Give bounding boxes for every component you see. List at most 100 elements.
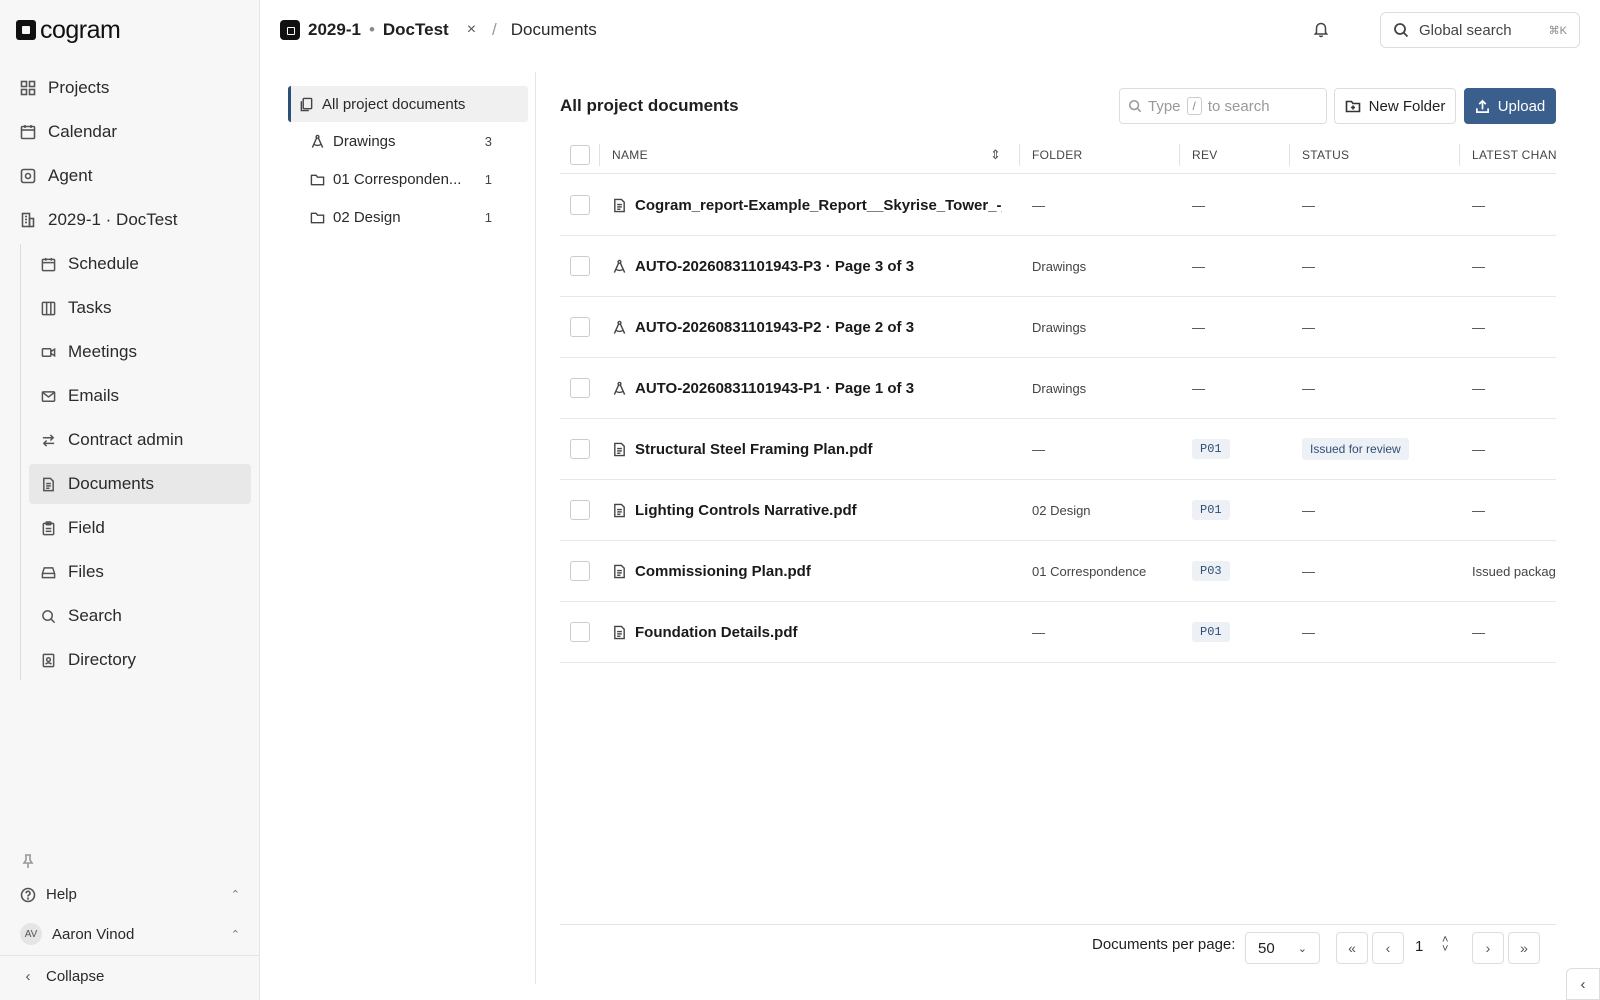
rev-badge: P01 [1192,622,1230,642]
document-name[interactable]: AUTO-20260831101943-P1 · Page 1 of 3 [612,358,1002,418]
document-name[interactable]: Commissioning Plan.pdf [612,541,1002,601]
nav-calendar[interactable]: Calendar [20,120,117,144]
table-header: Name ⇕ Folder Rev Status Latest chan [560,136,1556,174]
tree-item-label: 02 Design [333,208,401,226]
page-number[interactable]: 1 [1415,938,1423,955]
chevron-left-icon: ‹ [1580,975,1586,993]
row-checkbox-cell [570,358,590,418]
table-row[interactable]: Cogram_report-Example_Report__Skyrise_To… [560,175,1556,236]
project-code[interactable]: 2029-1 [308,20,361,40]
project-name[interactable]: DocTest [383,20,449,40]
document-name[interactable]: Lighting Controls Narrative.pdf [612,480,1002,540]
close-icon[interactable]: × [467,21,476,39]
subnav-meetings[interactable]: Meetings [29,332,251,372]
table-row[interactable]: Commissioning Plan.pdf 01 Correspondence P… [560,541,1556,602]
notifications-button[interactable] [1312,20,1332,40]
chevrons-right-icon: » [1520,940,1528,956]
document-name[interactable]: Structural Steel Framing Plan.pdf [612,419,1002,479]
document-name[interactable]: AUTO-20260831101943-P3 · Page 3 of 3 [612,236,1002,296]
document-status: — [1302,297,1457,357]
copy-documents-icon [300,97,313,111]
row-checkbox[interactable] [570,500,590,520]
last-page-button[interactable]: » [1508,932,1540,964]
row-checkbox[interactable] [570,439,590,459]
tree-item-drawings[interactable]: Drawings 3 [288,123,524,159]
rev-badge: P01 [1192,500,1230,520]
tree-item-correspondence[interactable]: 01 Corresponden... 1 [288,161,524,197]
chevron-updown-icon: ⌃ [230,928,240,941]
page-stepper-icon[interactable]: ˄ ˅ [1442,935,1448,955]
document-name[interactable]: Foundation Details.pdf [612,602,1002,662]
tree-item-design[interactable]: 02 Design 1 [288,199,524,235]
table-row[interactable]: Structural Steel Framing Plan.pdf — P01 Iss… [560,419,1556,480]
subnav-documents[interactable]: Documents [29,464,251,504]
row-checkbox[interactable] [570,622,590,642]
subnav-tasks[interactable]: Tasks [29,288,251,328]
help-menu[interactable]: Help ⌃ [20,886,240,903]
select-all-checkbox[interactable] [570,136,590,174]
brand-logo[interactable]: cogram [16,16,121,44]
brand-name: cogram [40,16,121,44]
subnav-emails[interactable]: Emails [29,376,251,416]
column-divider [1289,144,1290,166]
row-checkbox[interactable] [570,378,590,398]
document-name-text: Cogram_report-Example_Report__Skyrise_To… [635,196,1002,214]
next-page-button[interactable]: › [1472,932,1504,964]
new-folder-button[interactable]: New Folder [1334,88,1456,124]
collapse-button[interactable]: ‹ Collapse [20,968,105,985]
global-search[interactable]: Global search ⌘K [1380,12,1580,48]
side-panel-toggle[interactable]: ‹ [1566,968,1600,1000]
row-checkbox[interactable] [570,317,590,337]
table-row[interactable]: Foundation Details.pdf — P01 — — [560,602,1556,663]
column-header-name[interactable]: Name [612,136,648,174]
tree-item-all-documents[interactable]: All project documents [288,86,528,122]
subnav-field[interactable]: Field [29,508,251,548]
document-name[interactable]: Cogram_report-Example_Report__Skyrise_To… [612,175,1002,235]
nav-agent[interactable]: Agent [20,164,92,188]
sort-icon[interactable]: ⇕ [990,136,1001,174]
prev-page-button[interactable]: ‹ [1372,932,1404,964]
per-page-select[interactable]: 50 ⌄ [1245,932,1320,964]
column-header-rev[interactable]: Rev [1192,136,1218,174]
tree-item-count: 1 [484,171,492,187]
row-checkbox[interactable] [570,256,590,276]
column-header-latest-change[interactable]: Latest chan [1472,136,1556,174]
column-divider [1019,144,1020,166]
table-row[interactable]: Lighting Controls Narrative.pdf 02 Design… [560,480,1556,541]
nav-projects[interactable]: Projects [20,76,109,100]
pin-button[interactable] [20,853,36,869]
column-header-status[interactable]: Status [1302,136,1349,174]
row-checkbox-cell [570,297,590,357]
chevron-down-icon: ⌄ [1297,942,1307,955]
table-row[interactable]: AUTO-20260831101943-P2 · Page 2 of 3 Draw… [560,297,1556,358]
documents-search-input[interactable]: Type / to search [1119,88,1327,124]
document-name[interactable]: AUTO-20260831101943-P2 · Page 2 of 3 [612,297,1002,357]
status-empty: — [1302,197,1315,213]
subnav-search[interactable]: Search [29,596,251,636]
row-checkbox[interactable] [570,561,590,581]
column-divider [1179,144,1180,166]
nav-project[interactable]: 2029-1 · DocTest [20,208,177,232]
column-header-folder[interactable]: Folder [1032,136,1082,174]
table-row[interactable]: AUTO-20260831101943-P1 · Page 1 of 3 Draw… [560,358,1556,419]
subnav-schedule[interactable]: Schedule [29,244,251,284]
subnav-directory[interactable]: Directory [29,640,251,680]
upload-button[interactable]: Upload [1464,88,1556,124]
user-menu[interactable]: AV Aaron Vinod ⌃ [20,923,240,945]
checkbox[interactable] [570,145,590,165]
documents-table: Name ⇕ Folder Rev Status Latest chan Cog… [560,136,1556,836]
shortcut-hint: ⌘K [1548,24,1567,37]
subnav-files[interactable]: Files [29,552,251,592]
status-empty: — [1302,258,1315,274]
document-latest-change: Issued package [1472,563,1556,579]
document-icon [614,503,625,517]
nav-calendar-label: Calendar [48,122,117,141]
row-checkbox[interactable] [570,195,590,215]
subnav-contract-admin[interactable]: Contract admin [29,420,251,460]
table-row[interactable]: AUTO-20260831101943-P3 · Page 3 of 3 Draw… [560,236,1556,297]
first-page-button[interactable]: « [1336,932,1368,964]
breadcrumb-documents[interactable]: Documents [511,20,597,40]
row-checkbox-cell [570,541,590,601]
document-icon [43,477,54,491]
document-folder: — [1032,624,1045,640]
